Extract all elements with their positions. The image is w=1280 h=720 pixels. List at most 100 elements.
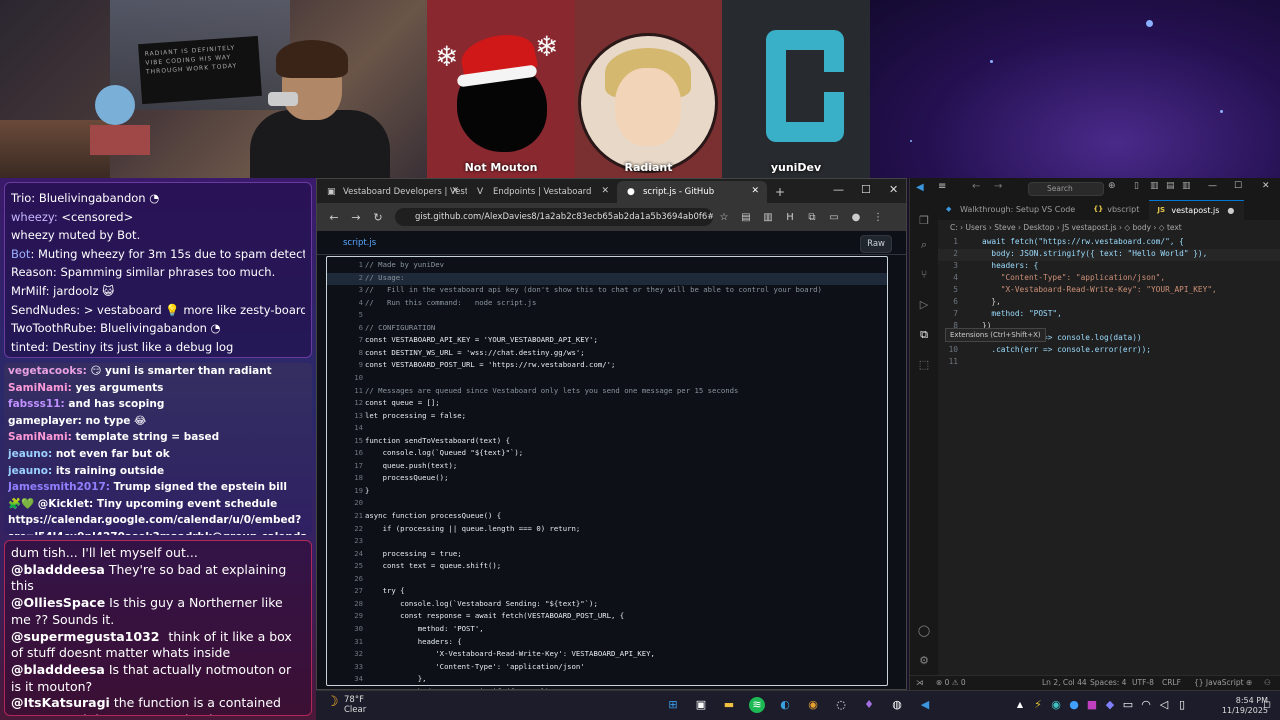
close-icon[interactable]: ✕: [601, 186, 609, 196]
copilot-icon[interactable]: ⊕: [1108, 181, 1116, 191]
vscode-icon[interactable]: ◀: [917, 697, 933, 713]
back-icon[interactable]: ←: [323, 211, 345, 224]
indentation[interactable]: Spaces: 4: [1090, 676, 1126, 690]
account-icon[interactable]: ◯: [916, 624, 932, 638]
chat-username[interactable]: jeauno:: [8, 465, 52, 477]
screen-capture-icon[interactable]: ▭: [823, 212, 845, 223]
battery-icon[interactable]: ▯: [1174, 697, 1190, 713]
extension-h-icon[interactable]: H: [779, 212, 801, 223]
editor-line[interactable]: 11: [938, 357, 1280, 369]
source-control-icon[interactable]: ⑂: [916, 268, 932, 282]
language-mode[interactable]: {} JavaScript: [1194, 676, 1244, 690]
profile-avatar[interactable]: ●: [845, 212, 867, 223]
chat-username[interactable]: SamiNami:: [8, 382, 72, 394]
search-icon[interactable]: ⌕: [916, 238, 932, 252]
problems-count[interactable]: ⊗ 0 ⚠ 0: [936, 676, 966, 690]
steam-icon[interactable]: ◍: [889, 697, 905, 713]
tab-walkthrough[interactable]: ◆ Walkthrough: Setup VS Code: [938, 200, 1085, 220]
chat-username[interactable]: TwoToothRube:: [11, 321, 97, 335]
editor-line[interactable]: 2 body: JSON.stringify({ text: "Hello Wo…: [938, 249, 1280, 261]
toggle-panel-icon[interactable]: ▤: [1166, 181, 1175, 191]
editor-line[interactable]: 4 "Content-Type": "application/json",: [938, 273, 1280, 285]
back-icon[interactable]: ←: [972, 181, 980, 192]
address-bar[interactable]: gist.github.com/AlexDavies8/1a2ab2c83ecb…: [395, 208, 713, 226]
editor-line[interactable]: 3 headers: {: [938, 261, 1280, 273]
file-explorer-icon[interactable]: ▬: [721, 697, 737, 713]
copilot-status-icon[interactable]: ⊕: [1246, 676, 1252, 690]
forward-icon[interactable]: →: [994, 181, 1002, 192]
close-window-icon[interactable]: ✕: [1262, 181, 1270, 191]
gear-icon[interactable]: ⚙: [916, 654, 932, 668]
run-debug-icon[interactable]: ▷: [916, 298, 932, 312]
browser-tab-active[interactable]: ● script.js - GitHub ✕: [617, 181, 767, 203]
maximize-icon[interactable]: ☐: [861, 183, 871, 196]
tray-app-icon[interactable]: ■: [1084, 697, 1100, 713]
remote-indicator-icon[interactable]: ⋊: [916, 676, 924, 690]
tab-vestapost[interactable]: JS vestapost.js ●: [1149, 200, 1245, 220]
forward-icon[interactable]: →: [345, 211, 367, 224]
menu-icon[interactable]: ⋮: [867, 212, 889, 223]
trash-icon[interactable]: ▥: [757, 212, 779, 223]
browser-tab[interactable]: ▣ Vestaboard Developers | Vesta ✕: [317, 181, 467, 203]
chat-username[interactable]: @bladddeesa: [11, 562, 105, 577]
tray-app-icon[interactable]: ●: [1066, 697, 1082, 713]
chat-username[interactable]: SamiNami:: [8, 431, 72, 443]
notification-bell-icon[interactable]: ◻: [1259, 697, 1275, 713]
editor-line[interactable]: 1 await fetch("https://rw.vestaboard.com/…: [938, 237, 1280, 249]
chat-username[interactable]: fabsss11:: [8, 398, 65, 410]
chat-username[interactable]: Jamessmith2017:: [8, 481, 110, 493]
chat-username[interactable]: wheezy: [11, 228, 55, 242]
menu-icon[interactable]: ≡: [938, 181, 946, 192]
app-icon[interactable]: ♦: [861, 697, 877, 713]
raw-button[interactable]: Raw: [860, 235, 892, 253]
editor-line[interactable]: 5 "X-Vestaboard-Read-Write-Key": "YOUR_A…: [938, 285, 1280, 297]
chat-username[interactable]: @supermegusta1032: [11, 629, 159, 644]
bookmark-star-icon[interactable]: ☆: [713, 212, 735, 223]
line-endings[interactable]: CRLF: [1162, 676, 1181, 690]
chat-username[interactable]: jeauno:: [8, 448, 52, 460]
extensions-icon[interactable]: ⧉: [916, 328, 932, 342]
document-icon[interactable]: ▤: [735, 212, 757, 223]
browser-tab[interactable]: V Endpoints | Vestaboard ✕: [467, 181, 617, 203]
chat-username[interactable]: gameplayer:: [8, 415, 82, 427]
discord-icon[interactable]: ◆: [1102, 697, 1118, 713]
chat-username[interactable]: SendNudes:: [11, 303, 80, 317]
chat-username[interactable]: @ItsKatsuragi: [11, 695, 110, 710]
tray-app-icon[interactable]: ⚡: [1030, 697, 1046, 713]
close-icon[interactable]: ✕: [451, 186, 459, 196]
editor-line[interactable]: 10 .catch(err => console.error(err));: [938, 345, 1280, 357]
tab-vbscript[interactable]: {} vbscript: [1085, 200, 1149, 220]
puzzle-icon[interactable]: ⧉: [801, 212, 823, 223]
chat-username[interactable]: MrMilf:: [11, 284, 49, 298]
new-tab-icon[interactable]: +: [767, 185, 785, 203]
close-icon[interactable]: ✕: [751, 186, 759, 196]
notifications-icon[interactable]: ⚇: [1264, 676, 1271, 690]
edge-icon[interactable]: ◐: [777, 697, 793, 713]
encoding[interactable]: UTF-8: [1132, 676, 1154, 690]
chat-username[interactable]: @OlliesSpace: [11, 595, 105, 610]
start-icon[interactable]: ⊞: [665, 697, 681, 713]
explorer-icon[interactable]: ❐: [916, 214, 932, 228]
obs-icon[interactable]: ◌: [833, 697, 849, 713]
spotify-icon[interactable]: ≋: [749, 697, 765, 713]
close-window-icon[interactable]: ✕: [889, 183, 898, 196]
network-icon[interactable]: ▭: [1120, 697, 1136, 713]
maximize-icon[interactable]: ☐: [1234, 181, 1242, 191]
minimize-icon[interactable]: —: [833, 183, 844, 196]
reload-icon[interactable]: ↻: [367, 211, 389, 224]
file-name-link[interactable]: script.js: [343, 238, 376, 248]
chat-username[interactable]: Trio:: [11, 191, 35, 205]
tray-chevron-icon[interactable]: ▲: [1012, 697, 1028, 713]
chat-username[interactable]: Bot: [11, 247, 30, 261]
code-editor[interactable]: 1 await fetch("https://rw.vestaboard.com/…: [938, 235, 1280, 675]
weather-widget[interactable]: ☽ 78°F Clear: [326, 695, 366, 715]
toggle-secondary-icon[interactable]: ▥: [1182, 181, 1191, 191]
unsaved-dot-icon[interactable]: ●: [1227, 206, 1234, 215]
chat-username[interactable]: @bladddeesa: [11, 662, 105, 677]
cursor-position[interactable]: Ln 2, Col 44: [1042, 676, 1087, 690]
chat-username[interactable]: vegetacooks:: [8, 365, 87, 377]
editor-line[interactable]: 7 method: "POST",: [938, 309, 1280, 321]
command-search-input[interactable]: Search: [1028, 182, 1104, 196]
chat-username[interactable]: wheezy:: [11, 210, 58, 224]
task-view-icon[interactable]: ▣: [693, 697, 709, 713]
